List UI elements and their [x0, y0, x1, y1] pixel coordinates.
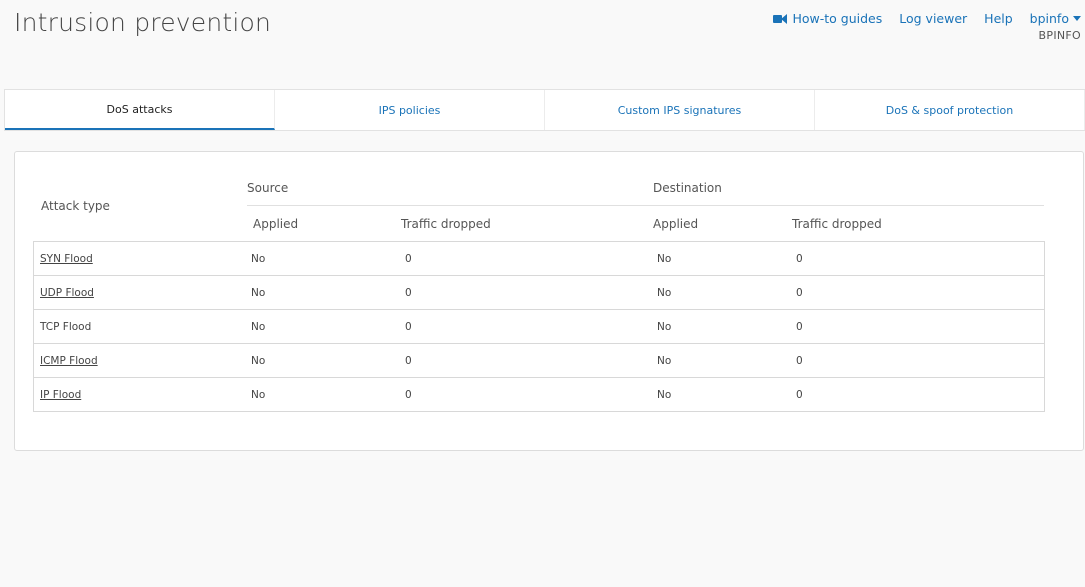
page-title: Intrusion prevention	[14, 8, 272, 37]
table-row: UDP Flood No 0 No 0	[34, 276, 1044, 310]
attack-type-link-ip-flood[interactable]: IP Flood	[40, 389, 81, 401]
source-traffic-dropped-header: Traffic dropped	[401, 217, 491, 231]
user-menu[interactable]: bpinfo	[1030, 11, 1081, 26]
user-subtitle: BPINFO	[1038, 29, 1081, 42]
destination-applied-value: No	[657, 355, 672, 367]
tab-dos-spoof-protection[interactable]: DoS & spoof protection	[815, 90, 1085, 130]
table-row: TCP Flood No 0 No 0	[34, 310, 1044, 344]
destination-traffic-dropped-header: Traffic dropped	[792, 217, 882, 231]
table-row: ICMP Flood No 0 No 0	[34, 344, 1044, 378]
source-applied-value: No	[251, 321, 266, 333]
attack-type-link-icmp-flood[interactable]: ICMP Flood	[40, 355, 98, 367]
attack-type-link-syn-flood[interactable]: SYN Flood	[40, 253, 93, 265]
dos-attacks-card: Attack type Source Destination Applied T…	[14, 151, 1084, 451]
source-applied-value: No	[251, 355, 266, 367]
source-applied-value: No	[251, 287, 266, 299]
header-divider	[247, 205, 1044, 206]
destination-traffic-dropped-value: 0	[796, 253, 803, 265]
caret-down-icon	[1073, 16, 1081, 21]
source-traffic-dropped-value: 0	[405, 287, 412, 299]
video-camera-icon	[773, 13, 788, 24]
destination-applied-value: No	[657, 321, 672, 333]
source-header: Source	[247, 181, 289, 195]
table-row: IP Flood No 0 No 0	[34, 378, 1044, 412]
source-traffic-dropped-value: 0	[405, 355, 412, 367]
dos-attacks-table: SYN Flood No 0 No 0 UDP Flood No 0 No 0 …	[33, 241, 1045, 412]
tab-dos-attacks[interactable]: DoS attacks	[5, 90, 275, 130]
tab-custom-ips-signatures[interactable]: Custom IPS signatures	[545, 90, 815, 130]
destination-applied-value: No	[657, 287, 672, 299]
intrusion-prevention-page: Intrusion prevention How-to guides Log v…	[0, 0, 1085, 587]
source-applied-header: Applied	[253, 217, 299, 231]
destination-traffic-dropped-value: 0	[796, 355, 803, 367]
destination-header: Destination	[653, 181, 722, 195]
tab-ips-policies[interactable]: IPS policies	[275, 90, 545, 130]
destination-traffic-dropped-value: 0	[796, 287, 803, 299]
attack-type-header: Attack type	[41, 199, 110, 213]
user-name: bpinfo	[1029, 11, 1069, 26]
table-row: SYN Flood No 0 No 0	[34, 242, 1044, 276]
how-to-guides-label: How-to guides	[792, 11, 883, 26]
source-applied-value: No	[251, 389, 266, 401]
attack-type-tcp-flood: TCP Flood	[40, 321, 92, 333]
destination-applied-value: No	[657, 253, 672, 265]
source-traffic-dropped-value: 0	[405, 253, 412, 265]
source-applied-value: No	[251, 253, 266, 265]
source-traffic-dropped-value: 0	[405, 321, 412, 333]
destination-traffic-dropped-value: 0	[796, 389, 803, 401]
top-links: How-to guides Log viewer Help bpinfo	[756, 11, 1081, 26]
help-link[interactable]: Help	[984, 11, 1013, 26]
tab-bar: DoS attacks IPS policies Custom IPS sign…	[4, 89, 1085, 131]
how-to-guides-link[interactable]: How-to guides	[773, 11, 882, 26]
destination-applied-header: Applied	[653, 217, 699, 231]
attack-type-link-udp-flood[interactable]: UDP Flood	[40, 287, 94, 299]
source-traffic-dropped-value: 0	[405, 389, 412, 401]
destination-applied-value: No	[657, 389, 672, 401]
destination-traffic-dropped-value: 0	[796, 321, 803, 333]
log-viewer-link[interactable]: Log viewer	[899, 11, 967, 26]
